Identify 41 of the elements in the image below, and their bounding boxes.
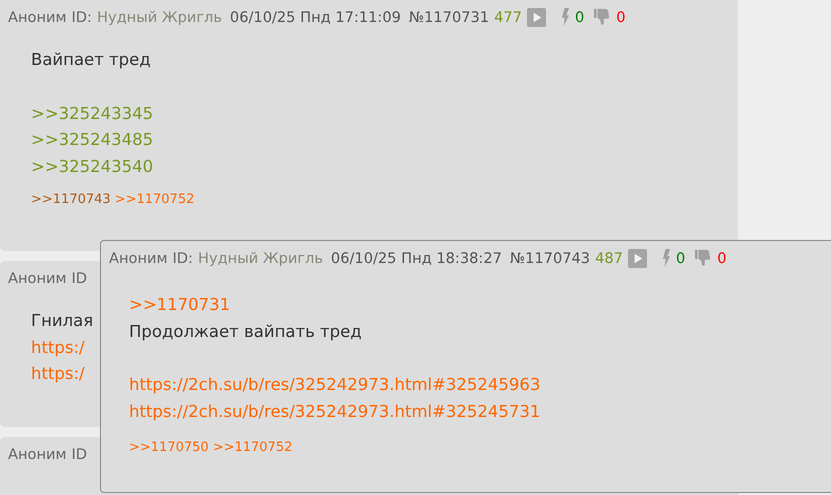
quote-link[interactable]: >>325243345 <box>31 104 154 122</box>
like-count: 0 <box>676 250 686 266</box>
post-number[interactable]: №1170743 <box>510 250 590 266</box>
play-icon[interactable] <box>526 8 546 26</box>
lightning-icon[interactable] <box>662 249 671 267</box>
post-date: 06/10/25 Пнд 18:38:27 <box>330 250 502 266</box>
poster-id: Нудный Жригль <box>198 250 323 266</box>
reply-link[interactable]: >>1170752 <box>114 192 194 207</box>
post-number[interactable]: №1170731 <box>408 8 490 26</box>
post-link[interactable]: https://2ch.su/b/res/325242973.html#325245731 <box>129 402 540 420</box>
post-count: 487 <box>595 250 623 266</box>
reply-link[interactable]: >>1170750 <box>129 440 209 455</box>
lightning-icon[interactable] <box>560 8 570 26</box>
thumbs-down-icon[interactable] <box>694 249 712 267</box>
post-link[interactable]: >>1170731 <box>129 295 230 314</box>
author-name: Аноним <box>8 446 66 462</box>
reply-link[interactable]: >>1170743 <box>31 192 111 207</box>
poster-id: Нудный Жригль <box>96 8 222 26</box>
id-label: ID <box>72 446 88 462</box>
author-name: Аноним <box>109 250 168 266</box>
post-count: 477 <box>494 8 522 26</box>
post-text: Вайпает тред <box>31 50 151 69</box>
quote-link[interactable]: >>325243540 <box>31 156 154 176</box>
post-link[interactable]: https://2ch.su/b/res/325242973.html#325245963 <box>129 375 540 394</box>
dislike-count: 0 <box>616 8 626 26</box>
post-text: Продолжает вайпать тред <box>129 322 362 340</box>
dislike-count: 0 <box>717 250 727 266</box>
reply-link[interactable]: >>1170752 <box>212 440 292 455</box>
quote-link[interactable]: >>325243485 <box>31 130 154 149</box>
like-count: 0 <box>574 8 584 26</box>
play-icon[interactable] <box>628 248 647 268</box>
post-link[interactable]: https:/ <box>31 338 85 356</box>
post-link[interactable]: https:/ <box>31 364 85 383</box>
post-date: 06/10/25 Пнд 17:11:09 <box>230 8 401 26</box>
post-text: Гнилая <box>31 311 94 330</box>
id-label: ID: <box>172 250 193 266</box>
thumbs-down-icon[interactable] <box>593 8 612 26</box>
author-name: Аноним <box>8 8 66 26</box>
id-label: ID <box>72 270 88 286</box>
id-label: ID: <box>72 8 92 26</box>
author-name: Аноним <box>8 270 66 286</box>
